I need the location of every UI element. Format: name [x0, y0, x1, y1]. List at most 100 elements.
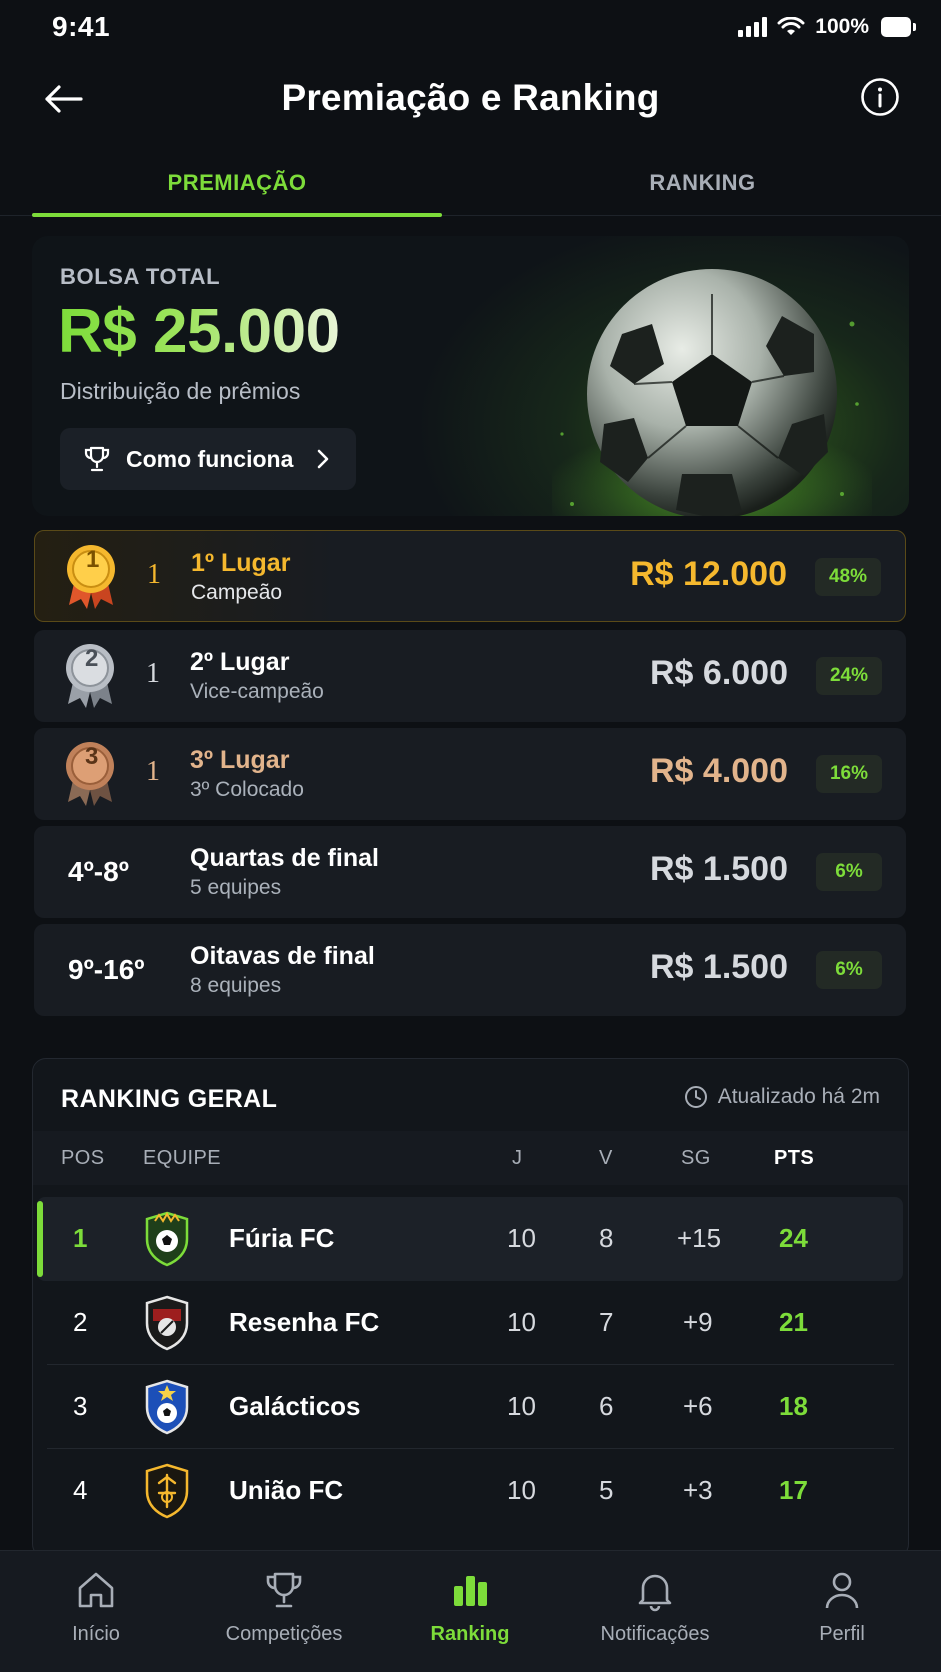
table-row[interactable]: 4 União FC 10 5 +3 17: [33, 1449, 908, 1533]
page-title: Premiação e Ranking: [281, 77, 660, 118]
signal-icon: [738, 17, 768, 37]
prize-description: Campeão: [191, 581, 283, 604]
nav-label: Início: [72, 1623, 120, 1645]
prize-row-2nd[interactable]: 2 1 2º Lugar Vice-campeão R$ 6.000 24%: [34, 630, 906, 722]
team-crest-resenha-icon: [145, 1295, 189, 1351]
place-range: 9º-16º: [68, 954, 145, 985]
prize-description: 8 equipes: [190, 974, 282, 997]
prize-name: 2º Lugar: [190, 648, 290, 676]
prize-pool-banner: BOLSA TOTAL R$ 25.000 Distribuição de pr…: [32, 236, 909, 516]
nav-item-ranking[interactable]: Ranking: [385, 1565, 555, 1661]
nav-label: Ranking: [430, 1623, 510, 1645]
col-points: PTS: [774, 1147, 815, 1169]
table-row[interactable]: 1 Fúria FC 10 8 +15 24: [37, 1197, 903, 1281]
medal-number: 2: [85, 645, 99, 672]
team-crest-furia-icon: [145, 1211, 189, 1267]
prize-amount: R$ 1.500: [650, 948, 788, 986]
prize-percent-badge: 16%: [816, 755, 882, 793]
info-button[interactable]: [857, 74, 903, 120]
row-wins: 6: [599, 1391, 614, 1421]
place-marker: 1: [146, 756, 160, 787]
row-points: 24: [779, 1223, 808, 1253]
tab-ranking[interactable]: RANKING: [500, 150, 905, 216]
header: Premiação e Ranking: [0, 60, 941, 136]
status-time: 9:41: [52, 11, 111, 42]
nav-label: Notificações: [600, 1623, 710, 1645]
col-wins: V: [599, 1147, 613, 1169]
nav-label: Perfil: [819, 1623, 865, 1645]
back-button[interactable]: [40, 76, 86, 122]
prize-name: Quartas de final: [190, 844, 379, 872]
tab-premiacao[interactable]: PREMIAÇÃO: [32, 150, 442, 217]
row-team: União FC: [229, 1475, 344, 1505]
row-pos: 3: [73, 1391, 88, 1421]
prize-row-round-of-16[interactable]: 9º-16º Oitavas de final 8 equipes R$ 1.5…: [34, 924, 906, 1016]
row-pos: 4: [73, 1475, 88, 1505]
row-games: 10: [507, 1223, 536, 1253]
nav-item-inicio[interactable]: Início: [11, 1565, 181, 1661]
prize-name: 3º Lugar: [190, 746, 290, 774]
prize-row-3rd[interactable]: 3 1 3º Lugar 3º Colocado R$ 4.000 16%: [34, 728, 906, 820]
prize-name: 1º Lugar: [191, 549, 291, 577]
row-pos: 1: [73, 1223, 88, 1253]
prize-description: Vice-campeão: [190, 680, 324, 703]
ranking-card: RANKING GERAL Atualizado há 2m POS EQUIP…: [32, 1058, 909, 1558]
arrow-left-icon: [45, 85, 83, 113]
row-wins: 5: [599, 1475, 614, 1505]
prize-description: 5 equipes: [190, 876, 282, 899]
updated-text: Atualizado há 2m: [717, 1085, 880, 1108]
bar-chart-icon: [454, 1576, 487, 1606]
col-team: EQUIPE: [143, 1147, 221, 1169]
trophy-icon: [84, 446, 110, 472]
prize-pool-amount: R$ 25.000: [58, 297, 340, 366]
soccer-ball-image: [552, 269, 872, 516]
row-games: 10: [507, 1391, 536, 1421]
how-it-works-button[interactable]: Como funciona: [60, 428, 356, 490]
status-indicators: 100%: [738, 15, 916, 39]
prize-amount: R$ 6.000: [650, 654, 788, 692]
user-icon: [825, 1572, 859, 1609]
nav-label: Competições: [225, 1623, 343, 1645]
team-crest-uniao-icon: [145, 1463, 189, 1519]
table-row[interactable]: 2 Resenha FC 10 7 +9 21: [33, 1281, 908, 1365]
row-points: 18: [779, 1391, 808, 1421]
prize-percent-badge: 48%: [815, 558, 881, 596]
bell-icon: [638, 1574, 672, 1612]
row-goal-diff: +3: [683, 1475, 713, 1505]
place-range: 4º-8º: [68, 856, 129, 887]
row-team: Galácticos: [229, 1391, 361, 1421]
nav-item-competicoes[interactable]: Competições: [199, 1565, 369, 1661]
prize-name: Oitavas de final: [190, 942, 375, 970]
row-team: Fúria FC: [229, 1223, 335, 1253]
battery-percent: 100%: [815, 15, 869, 38]
tab-bar: PREMIAÇÃO RANKING: [0, 150, 941, 217]
bottom-nav: Início Competições Ranking Notificações …: [0, 1550, 941, 1672]
prize-percent-badge: 6%: [816, 951, 882, 989]
ranking-title: RANKING GERAL: [61, 1085, 278, 1113]
info-icon: [861, 78, 899, 116]
prize-row-1st[interactable]: 1 1 1º Lugar Campeão R$ 12.000 48%: [34, 530, 906, 622]
prize-row-quarterfinals[interactable]: 4º-8º Quartas de final 5 equipes R$ 1.50…: [34, 826, 906, 918]
prize-pool-label: BOLSA TOTAL: [60, 264, 221, 289]
nav-item-perfil[interactable]: Perfil: [757, 1565, 927, 1661]
col-goal-diff: SG: [681, 1147, 711, 1169]
home-icon: [78, 1572, 114, 1608]
medal-number: 1: [86, 546, 100, 573]
row-wins: 7: [599, 1307, 614, 1337]
prize-description: 3º Colocado: [190, 778, 304, 801]
place-marker: 1: [146, 658, 160, 689]
row-points: 17: [779, 1475, 808, 1505]
row-goal-diff: +15: [677, 1223, 722, 1253]
table-row[interactable]: 3 Galácticos 10 6 +6 18: [33, 1365, 908, 1449]
prize-amount: R$ 12.000: [630, 555, 787, 593]
prize-pool-subtitle: Distribuição de prêmios: [60, 378, 301, 404]
battery-icon: [881, 17, 916, 37]
row-goal-diff: +6: [683, 1391, 713, 1421]
row-games: 10: [507, 1307, 536, 1337]
place-marker: 1: [147, 559, 161, 590]
col-pos: POS: [61, 1147, 105, 1169]
row-team: Resenha FC: [229, 1307, 380, 1337]
nav-item-notificacoes[interactable]: Notificações: [570, 1565, 740, 1661]
clock-icon: [684, 1086, 707, 1108]
row-wins: 8: [599, 1223, 614, 1253]
